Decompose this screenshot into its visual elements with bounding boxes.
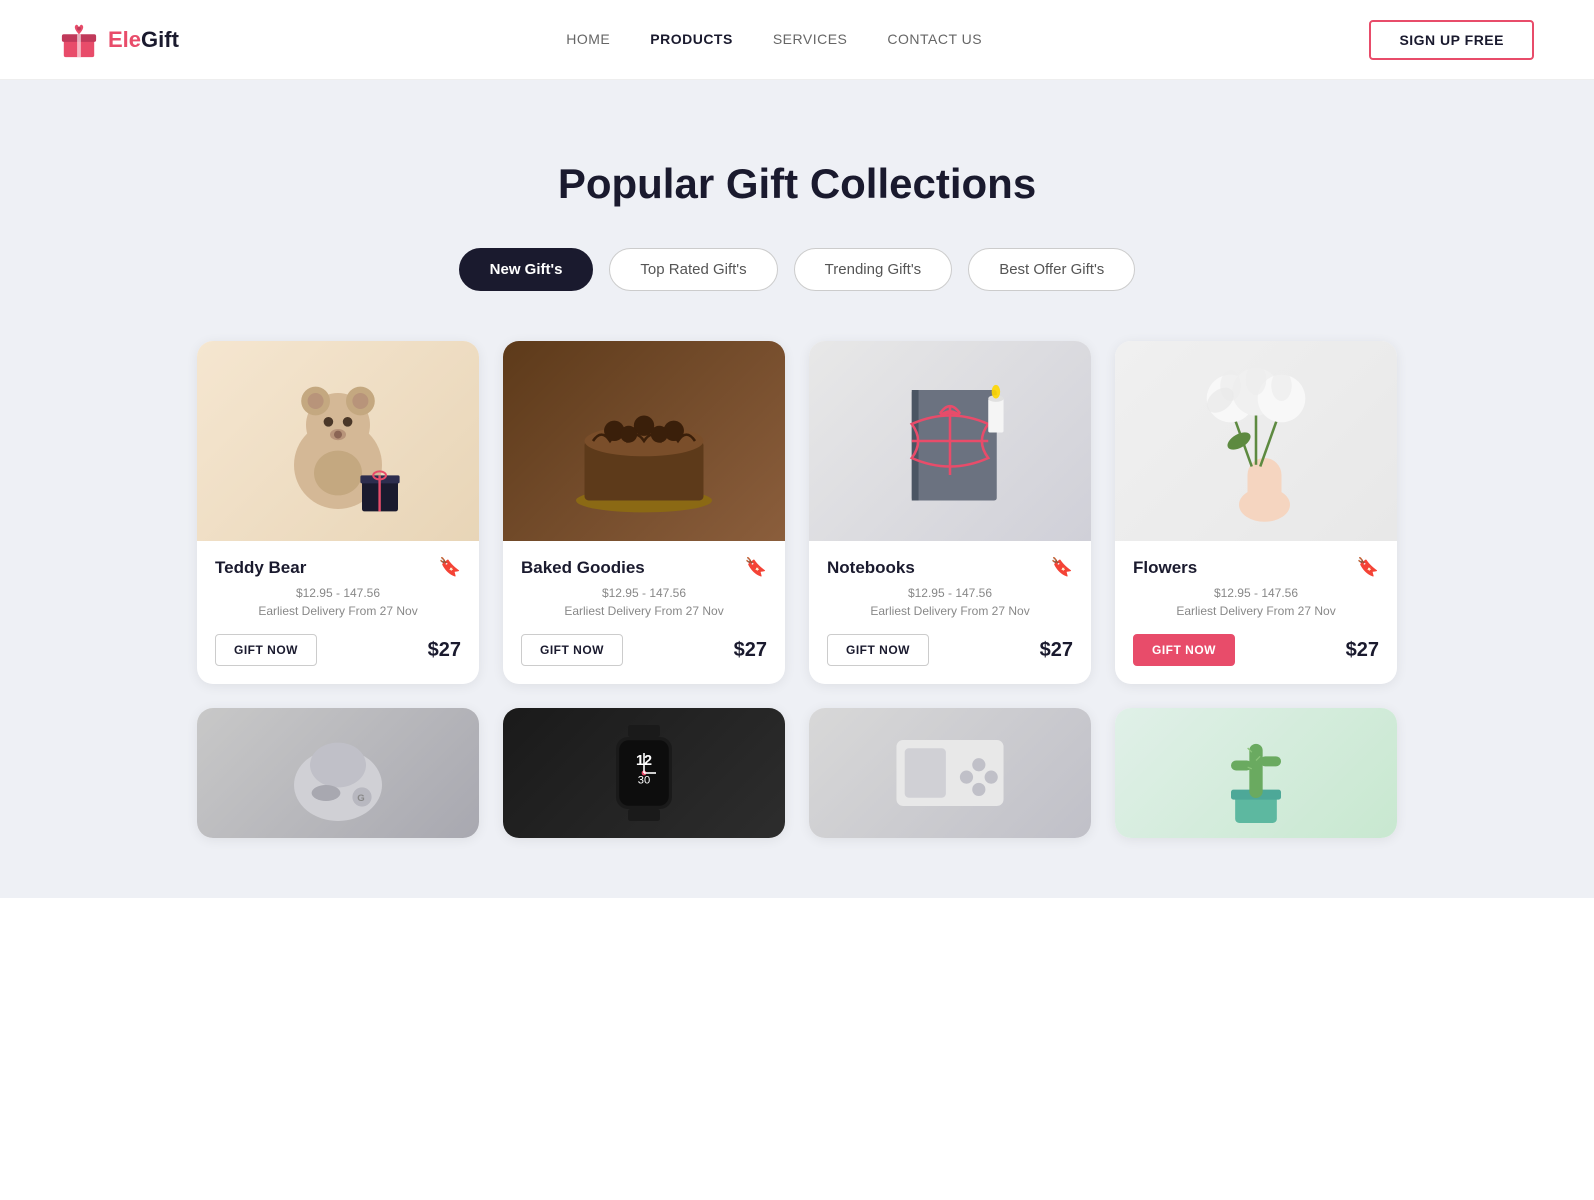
product-image-flowers — [1115, 341, 1397, 541]
delivery-notebooks: Earliest Delivery From 27 Nov — [827, 604, 1073, 618]
svg-text:G: G — [357, 793, 364, 804]
product-info-baked: Baked Goodies 🔖 $12.95 - 147.56 Earliest… — [503, 541, 785, 684]
nav-services[interactable]: SERVICES — [773, 31, 848, 47]
product-card-notebooks: Notebooks 🔖 $12.95 - 147.56 Earliest Del… — [809, 341, 1091, 684]
nav-home[interactable]: HOME — [566, 31, 610, 47]
product-card-mouse: G — [197, 708, 479, 838]
hero-section: Popular Gift Collections New Gift's Top … — [0, 80, 1594, 898]
tab-trending[interactable]: Trending Gift's — [794, 248, 953, 291]
price-range-flowers: $12.95 - 147.56 — [1133, 586, 1379, 600]
price-range-notebooks: $12.95 - 147.56 — [827, 586, 1073, 600]
product-name-flowers: Flowers — [1133, 558, 1197, 578]
delivery-baked: Earliest Delivery From 27 Nov — [521, 604, 767, 618]
svg-text:30: 30 — [638, 774, 650, 786]
product-image-plant — [1115, 708, 1397, 838]
product-image-baked — [503, 341, 785, 541]
products-second-row: G 12 30 — [197, 708, 1397, 838]
delivery-teddy: Earliest Delivery From 27 Nov — [215, 604, 461, 618]
bookmark-icon-notebooks[interactable]: 🔖 — [1051, 557, 1073, 578]
product-image-console — [809, 708, 1091, 838]
product-info-flowers: Flowers 🔖 $12.95 - 147.56 Earliest Deliv… — [1115, 541, 1397, 684]
gift-now-baked[interactable]: GIFT NOW — [521, 634, 623, 666]
product-image-mouse: G — [197, 708, 479, 838]
product-card-flowers: Flowers 🔖 $12.95 - 147.56 Earliest Deliv… — [1115, 341, 1397, 684]
tab-new-gifts[interactable]: New Gift's — [459, 248, 594, 291]
product-card-baked: Baked Goodies 🔖 $12.95 - 147.56 Earliest… — [503, 341, 785, 684]
product-card-plant — [1115, 708, 1397, 838]
price-notebooks: $27 — [1040, 639, 1073, 662]
product-card-console — [809, 708, 1091, 838]
price-flowers: $27 — [1346, 639, 1379, 662]
product-card-teddy: Teddy Bear 🔖 $12.95 - 147.56 Earliest De… — [197, 341, 479, 684]
product-name-teddy: Teddy Bear — [215, 558, 306, 578]
nav-contact[interactable]: CONTACT US — [887, 31, 982, 47]
logo[interactable]: EleGift — [60, 21, 179, 59]
gift-now-notebooks[interactable]: GIFT NOW — [827, 634, 929, 666]
product-info-teddy: Teddy Bear 🔖 $12.95 - 147.56 Earliest De… — [197, 541, 479, 684]
price-range-baked: $12.95 - 147.56 — [521, 586, 767, 600]
product-image-watch: 12 30 — [503, 708, 785, 838]
signup-button[interactable]: SIGN UP FREE — [1369, 20, 1534, 60]
tab-best-offer[interactable]: Best Offer Gift's — [968, 248, 1135, 291]
product-name-baked: Baked Goodies — [521, 558, 645, 578]
product-image-teddy — [197, 341, 479, 541]
price-range-teddy: $12.95 - 147.56 — [215, 586, 461, 600]
product-image-notebooks — [809, 341, 1091, 541]
filter-tabs: New Gift's Top Rated Gift's Trending Gif… — [60, 248, 1534, 291]
logo-text: EleGift — [108, 27, 179, 53]
product-card-watch: 12 30 — [503, 708, 785, 838]
logo-icon — [60, 21, 98, 59]
product-info-notebooks: Notebooks 🔖 $12.95 - 147.56 Earliest Del… — [809, 541, 1091, 684]
nav-links: HOME PRODUCTS SERVICES CONTACT US — [566, 31, 982, 49]
hero-title: Popular Gift Collections — [60, 160, 1534, 208]
product-name-notebooks: Notebooks — [827, 558, 915, 578]
tab-top-rated[interactable]: Top Rated Gift's — [609, 248, 777, 291]
gift-now-flowers[interactable]: GIFT NOW — [1133, 634, 1235, 666]
products-grid: Teddy Bear 🔖 $12.95 - 147.56 Earliest De… — [197, 341, 1397, 684]
delivery-flowers: Earliest Delivery From 27 Nov — [1133, 604, 1379, 618]
bookmark-icon-baked[interactable]: 🔖 — [745, 557, 767, 578]
navbar: EleGift HOME PRODUCTS SERVICES CONTACT U… — [0, 0, 1594, 80]
bookmark-icon-flowers[interactable]: 🔖 — [1357, 557, 1379, 578]
price-teddy: $27 — [428, 639, 461, 662]
gift-now-teddy[interactable]: GIFT NOW — [215, 634, 317, 666]
nav-products[interactable]: PRODUCTS — [650, 31, 733, 47]
bookmark-icon-teddy[interactable]: 🔖 — [439, 557, 461, 578]
price-baked: $27 — [734, 639, 767, 662]
